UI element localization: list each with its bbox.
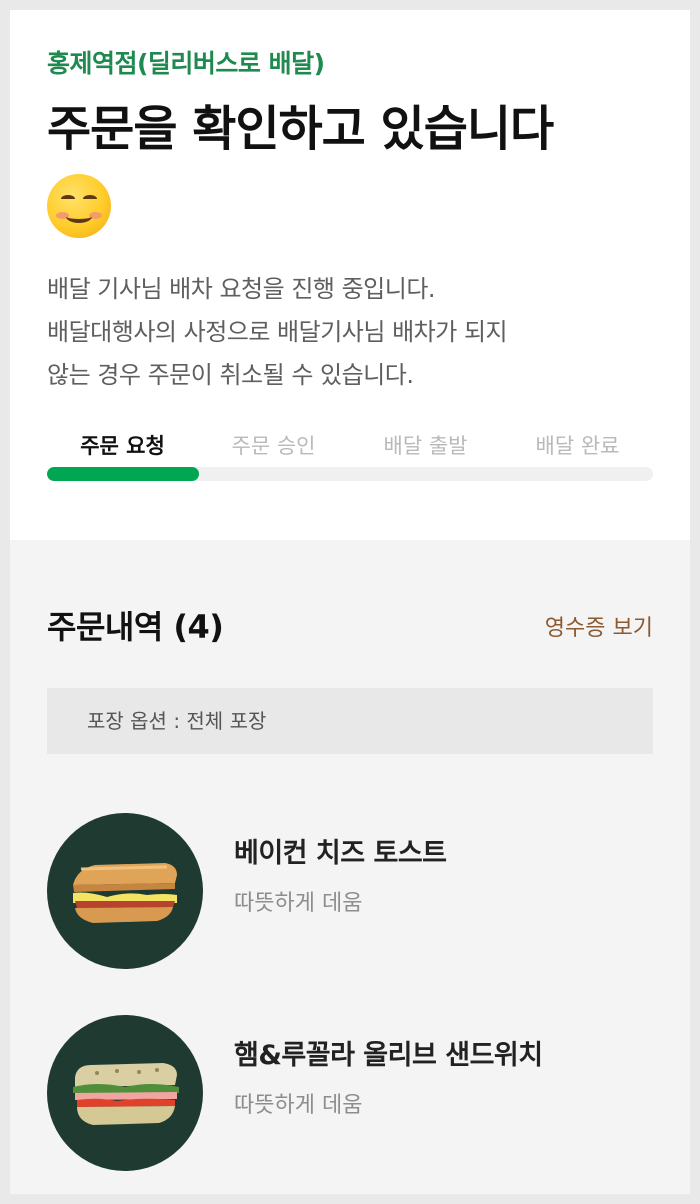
progress-steps: 주문 요청 주문 승인 배달 출발 배달 완료 — [47, 430, 653, 460]
progress-bar-fill — [47, 467, 199, 481]
item-option: 따뜻하게 데움 — [234, 891, 363, 916]
packaging-option: 포장 옵션 : 전체 포장 — [47, 688, 653, 754]
description-line: 않는 경우 주문이 취소될 수 있습니다. — [47, 361, 414, 389]
smiling-face-icon — [47, 174, 111, 238]
step-order-request: 주문 요청 — [80, 434, 165, 458]
toast-sandwich-image — [47, 813, 203, 969]
order-item: 베이컨 치즈 토스트 따뜻하게 데움 — [47, 813, 653, 969]
item-option: 따뜻하게 데움 — [234, 1093, 363, 1118]
order-history-title: 주문내역 (4) — [47, 608, 224, 646]
store-name: 홍제역점(딜리버스로 배달) — [47, 49, 325, 78]
ciabatta-sandwich-image — [47, 1015, 203, 1171]
progress-bar — [47, 467, 653, 481]
status-description: 배달 기사님 배차 요청을 진행 중입니다. 배달대행사의 사정으로 배달기사님… — [47, 268, 647, 397]
step-delivery-departed: 배달 출발 — [383, 434, 468, 458]
step-order-approved: 주문 승인 — [231, 434, 316, 458]
view-receipt-link[interactable]: 영수증 보기 — [545, 610, 653, 642]
description-line: 배달대행사의 사정으로 배달기사님 배차가 되지 — [47, 318, 508, 346]
order-status-card: 홍제역점(딜리버스로 배달) 주문을 확인하고 있습니다 배달 기사님 배차 요… — [10, 10, 690, 540]
item-name: 햄&루꼴라 올리브 샌드위치 — [234, 1040, 543, 1071]
status-headline: 주문을 확인하고 있습니다 — [47, 101, 554, 157]
description-line: 배달 기사님 배차 요청을 진행 중입니다. — [47, 275, 436, 303]
item-name: 베이컨 치즈 토스트 — [234, 838, 447, 869]
order-item: 햄&루꼴라 올리브 샌드위치 따뜻하게 데움 — [47, 1015, 653, 1171]
step-delivery-complete: 배달 완료 — [535, 434, 620, 458]
screen: 홍제역점(딜리버스로 배달) 주문을 확인하고 있습니다 배달 기사님 배차 요… — [10, 10, 690, 1194]
